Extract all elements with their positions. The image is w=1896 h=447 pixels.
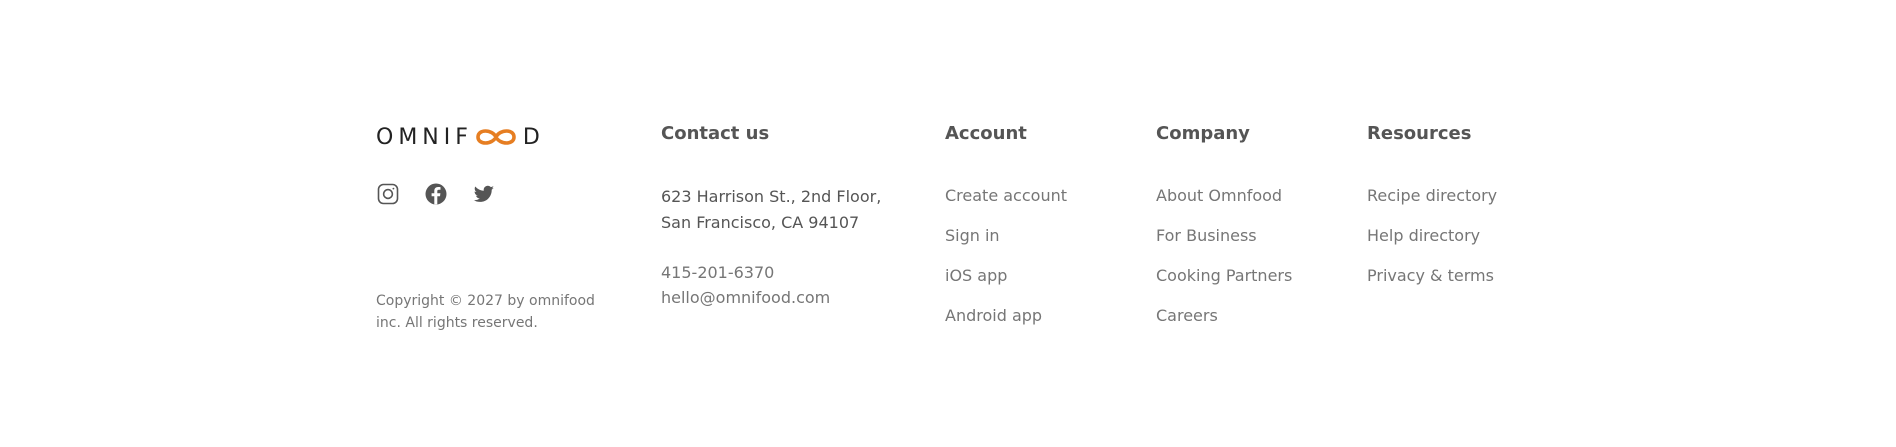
logo-text-left: OMNIF (376, 124, 473, 150)
site-footer: OMNIF D Copyright © 2027 by omnifood inc (0, 0, 1896, 447)
ios-app-link[interactable]: iOS app (945, 266, 1007, 285)
omnifood-logo[interactable]: OMNIF D (376, 124, 545, 150)
sign-in-link[interactable]: Sign in (945, 226, 1000, 245)
address-line-1: 623 Harrison St., 2nd Floor, (661, 187, 882, 206)
instagram-icon[interactable] (376, 182, 400, 206)
social-links (376, 182, 496, 206)
about-link[interactable]: About Omnfood (1156, 186, 1282, 205)
facebook-icon[interactable] (424, 182, 448, 206)
account-column: Account Create account Sign in iOS app A… (945, 122, 1067, 344)
address-line-2: San Francisco, CA 94107 (661, 213, 860, 232)
company-heading: Company (1156, 123, 1250, 144)
help-directory-link[interactable]: Help directory (1367, 226, 1480, 245)
infinity-logo-icon (476, 129, 516, 145)
create-account-link[interactable]: Create account (945, 186, 1067, 205)
contact-heading: Contact us (661, 123, 770, 144)
copyright-text: Copyright © 2027 by omnifood inc. All ri… (376, 293, 595, 331)
contact-column: Contact us 623 Harrison St., 2nd Floor, … (661, 122, 881, 310)
company-links: About Omnfood For Business Cooking Partn… (1156, 184, 1292, 327)
privacy-terms-link[interactable]: Privacy & terms (1367, 266, 1494, 285)
email-link[interactable]: hello@omnifood.com (661, 285, 881, 310)
resources-heading: Resources (1367, 123, 1472, 144)
account-links: Create account Sign in iOS app Android a… (945, 184, 1067, 327)
careers-link[interactable]: Careers (1156, 306, 1218, 325)
resources-links: Recipe directory Help directory Privacy … (1367, 184, 1497, 287)
cooking-partners-link[interactable]: Cooking Partners (1156, 266, 1292, 285)
resources-column: Resources Recipe directory Help director… (1367, 122, 1497, 304)
for-business-link[interactable]: For Business (1156, 226, 1257, 245)
phone-link[interactable]: 415-201-6370 (661, 260, 881, 285)
logo-text-right: D (522, 124, 545, 150)
android-app-link[interactable]: Android app (945, 306, 1042, 325)
twitter-icon[interactable] (472, 182, 496, 206)
account-heading: Account (945, 123, 1027, 144)
recipe-directory-link[interactable]: Recipe directory (1367, 186, 1497, 205)
address: 623 Harrison St., 2nd Floor, San Francis… (661, 184, 881, 236)
company-column: Company About Omnfood For Business Cooki… (1156, 122, 1292, 344)
